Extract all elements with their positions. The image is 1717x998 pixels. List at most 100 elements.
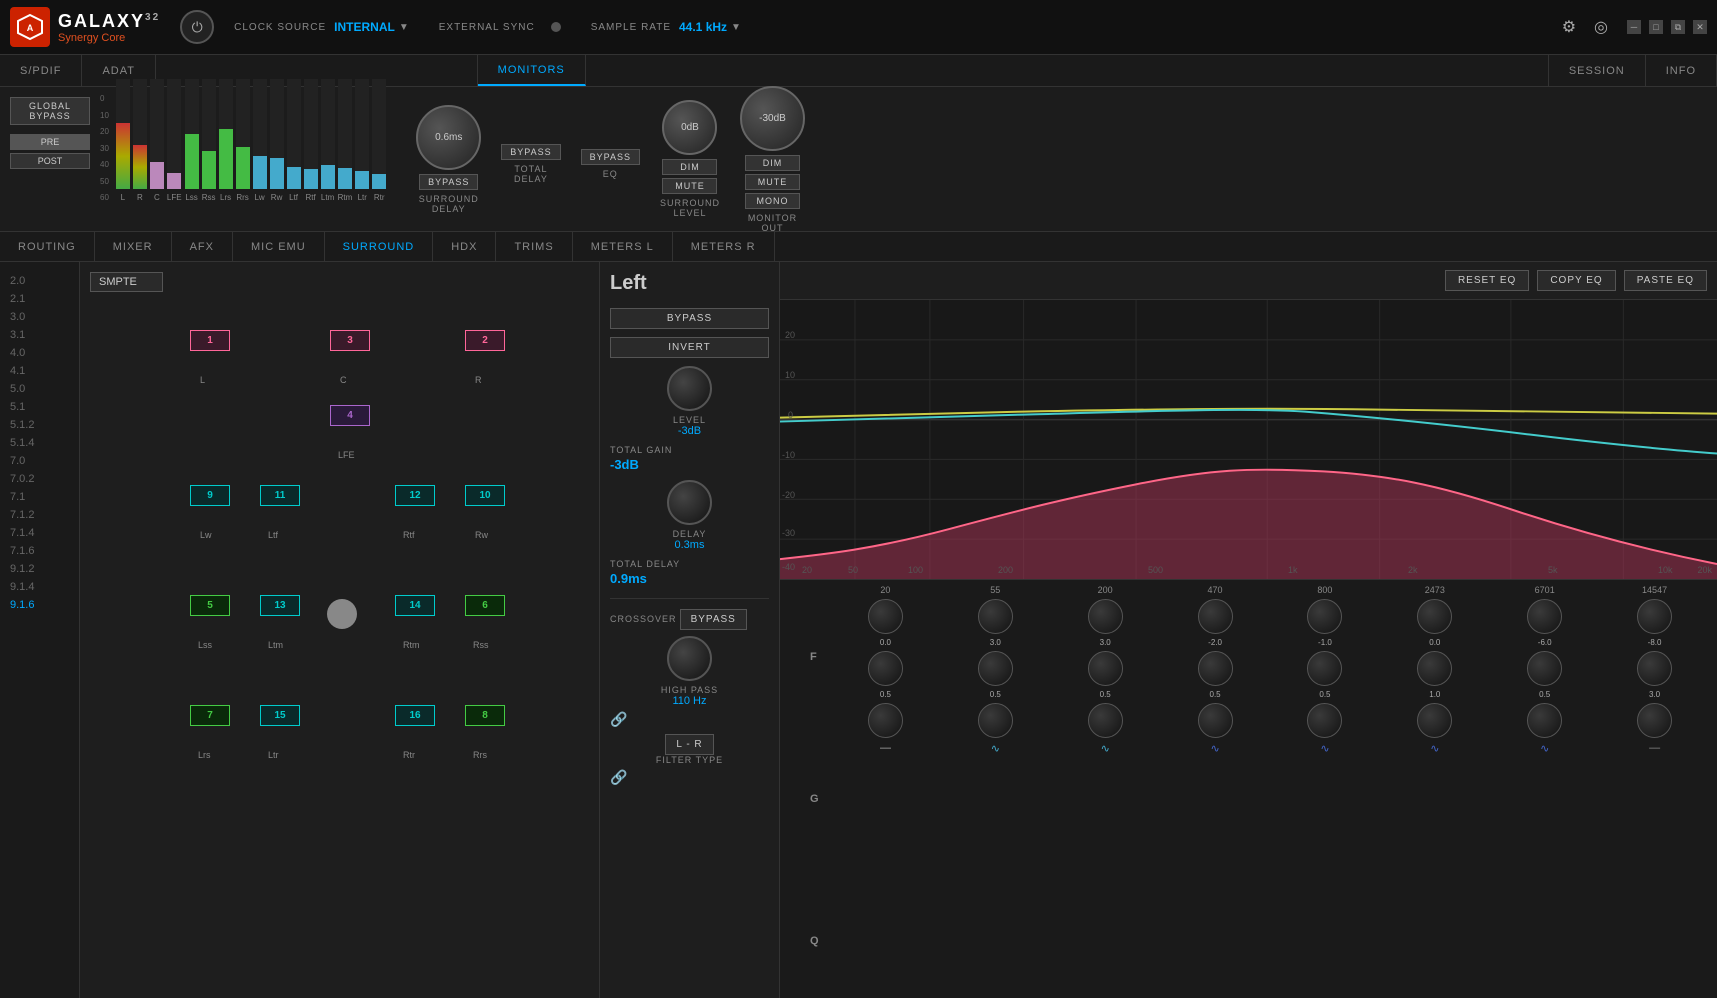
copy-eq-button[interactable]: COPY EQ: [1537, 270, 1615, 291]
sidebar-item-5.1.4[interactable]: 5.1.4: [0, 434, 79, 452]
eq-g-knob-6701[interactable]: [1527, 651, 1562, 686]
tab-monitors[interactable]: MONITORS: [478, 55, 586, 86]
surround-delay-knob[interactable]: 0.6ms: [416, 105, 481, 170]
sidebar-item-4.1[interactable]: 4.1: [0, 362, 79, 380]
channel-5-Lss[interactable]: 5: [190, 595, 230, 616]
tab-spdif[interactable]: S/PDIF: [0, 55, 82, 86]
eq-g-knob-20[interactable]: [868, 651, 903, 686]
channel-7-Lrs[interactable]: 7: [190, 705, 230, 726]
monitor-mute-button[interactable]: MUTE: [745, 174, 800, 190]
maximize-button[interactable]: □: [1649, 20, 1663, 34]
restore-button[interactable]: ⧉: [1671, 20, 1685, 34]
channel-15-Ltr[interactable]: 15: [260, 705, 300, 726]
clock-source-arrow[interactable]: ▼: [399, 22, 409, 33]
sidebar-item-4.0[interactable]: 4.0: [0, 344, 79, 362]
tab-mic-emu[interactable]: MIC EMU: [233, 232, 325, 261]
sidebar-item-7.1.2[interactable]: 7.1.2: [0, 506, 79, 524]
eq-f-knob-6701[interactable]: [1527, 599, 1562, 634]
eq-f-knob-20[interactable]: [868, 599, 903, 634]
sidebar-item-7.0[interactable]: 7.0: [0, 452, 79, 470]
eq-g-knob-55[interactable]: [978, 651, 1013, 686]
sidebar-item-3.1[interactable]: 3.1: [0, 326, 79, 344]
surround-dim-button[interactable]: DIM: [662, 159, 717, 175]
eq-f-knob-200[interactable]: [1088, 599, 1123, 634]
eq-g-knob-2473[interactable]: [1417, 651, 1452, 686]
sidebar-item-7.1.6[interactable]: 7.1.6: [0, 542, 79, 560]
channel-10-Rw[interactable]: 10: [465, 485, 505, 506]
sidebar-item-9.1.6[interactable]: 9.1.6: [0, 596, 79, 614]
eq-q-knob-14547[interactable]: [1637, 703, 1672, 738]
channel-3-C[interactable]: 3: [330, 330, 370, 351]
power-button[interactable]: ⏻: [180, 10, 214, 44]
paste-eq-button[interactable]: PASTE EQ: [1624, 270, 1707, 291]
eq-f-knob-14547[interactable]: [1637, 599, 1672, 634]
pre-button[interactable]: PRE: [10, 134, 90, 150]
sidebar-item-2.1[interactable]: 2.1: [0, 290, 79, 308]
sidebar-item-5.1[interactable]: 5.1: [0, 398, 79, 416]
tab-info[interactable]: INFO: [1646, 55, 1717, 86]
sidebar-item-3.0[interactable]: 3.0: [0, 308, 79, 326]
tab-meters-l[interactable]: METERS L: [573, 232, 673, 261]
minimize-button[interactable]: ─: [1627, 20, 1641, 34]
sidebar-item-9.1.2[interactable]: 9.1.2: [0, 560, 79, 578]
eq-q-knob-200[interactable]: [1088, 703, 1123, 738]
delay-knob[interactable]: [667, 480, 712, 525]
eq-q-knob-6701[interactable]: [1527, 703, 1562, 738]
eq-q-knob-470[interactable]: [1198, 703, 1233, 738]
eq-f-knob-800[interactable]: [1307, 599, 1342, 634]
eq-g-knob-800[interactable]: [1307, 651, 1342, 686]
sidebar-item-7.0.2[interactable]: 7.0.2: [0, 470, 79, 488]
channel-9-Lw[interactable]: 9: [190, 485, 230, 506]
settings-icon[interactable]: ⚙: [1558, 13, 1580, 41]
eq-q-knob-800[interactable]: [1307, 703, 1342, 738]
monitor-dim-button[interactable]: DIM: [745, 155, 800, 171]
channel-16-Rtr[interactable]: 16: [395, 705, 435, 726]
tab-hdx[interactable]: HDX: [433, 232, 496, 261]
link-icon-1[interactable]: 🔗: [610, 711, 627, 728]
eq-g-knob-14547[interactable]: [1637, 651, 1672, 686]
channel-13-Ltm[interactable]: 13: [260, 595, 300, 616]
monitor-out-knob[interactable]: -30dB: [740, 86, 805, 151]
format-select[interactable]: SMPTE ITU: [90, 272, 163, 292]
global-bypass-button[interactable]: GLOBALBYPASS: [10, 97, 90, 125]
channel-6-Rss[interactable]: 6: [465, 595, 505, 616]
crossover-bypass-button[interactable]: BYPASS: [680, 609, 747, 630]
level-knob[interactable]: [667, 366, 712, 411]
surround-mute-button[interactable]: MUTE: [662, 178, 717, 194]
eq-q-knob-2473[interactable]: [1417, 703, 1452, 738]
reset-eq-button[interactable]: RESET EQ: [1445, 270, 1529, 291]
surround-delay-bypass[interactable]: BYPASS: [419, 174, 478, 190]
channel-invert-button[interactable]: INVERT: [610, 337, 769, 358]
channel-12-Rtf[interactable]: 12: [395, 485, 435, 506]
channel-8-Rrs[interactable]: 8: [465, 705, 505, 726]
eq-g-knob-470[interactable]: [1198, 651, 1233, 686]
link-icon-2[interactable]: 🔗: [610, 769, 627, 786]
eq-f-knob-470[interactable]: [1198, 599, 1233, 634]
surround-level-knob[interactable]: 0dB: [662, 100, 717, 155]
monitor-mono-button[interactable]: MONO: [745, 193, 800, 209]
eq-f-knob-55[interactable]: [978, 599, 1013, 634]
tab-afx[interactable]: AFX: [172, 232, 233, 261]
tab-session[interactable]: SESSION: [1549, 55, 1646, 86]
sample-rate-arrow[interactable]: ▼: [731, 22, 741, 33]
lr-button[interactable]: L - R: [665, 734, 713, 755]
sidebar-item-7.1[interactable]: 7.1: [0, 488, 79, 506]
sidebar-item-5.0[interactable]: 5.0: [0, 380, 79, 398]
eq-bypass[interactable]: BYPASS: [581, 149, 640, 165]
tab-meters-r[interactable]: METERS R: [673, 232, 775, 261]
eye-icon[interactable]: ◎: [1590, 13, 1612, 41]
tab-surround[interactable]: SURROUND: [325, 232, 434, 261]
channel-bypass-button[interactable]: BYPASS: [610, 308, 769, 329]
eq-g-knob-200[interactable]: [1088, 651, 1123, 686]
eq-q-knob-55[interactable]: [978, 703, 1013, 738]
tab-routing[interactable]: ROUTING: [0, 232, 95, 261]
channel-14-Rtm[interactable]: 14: [395, 595, 435, 616]
eq-q-knob-20[interactable]: [868, 703, 903, 738]
total-delay-bypass[interactable]: BYPASS: [501, 144, 560, 160]
close-button[interactable]: ✕: [1693, 20, 1707, 34]
channel-11-Ltf[interactable]: 11: [260, 485, 300, 506]
sidebar-item-2.0[interactable]: 2.0: [0, 272, 79, 290]
channel-2-R[interactable]: 2: [465, 330, 505, 351]
channel-4-LFE[interactable]: 4: [330, 405, 370, 426]
eq-f-knob-2473[interactable]: [1417, 599, 1452, 634]
